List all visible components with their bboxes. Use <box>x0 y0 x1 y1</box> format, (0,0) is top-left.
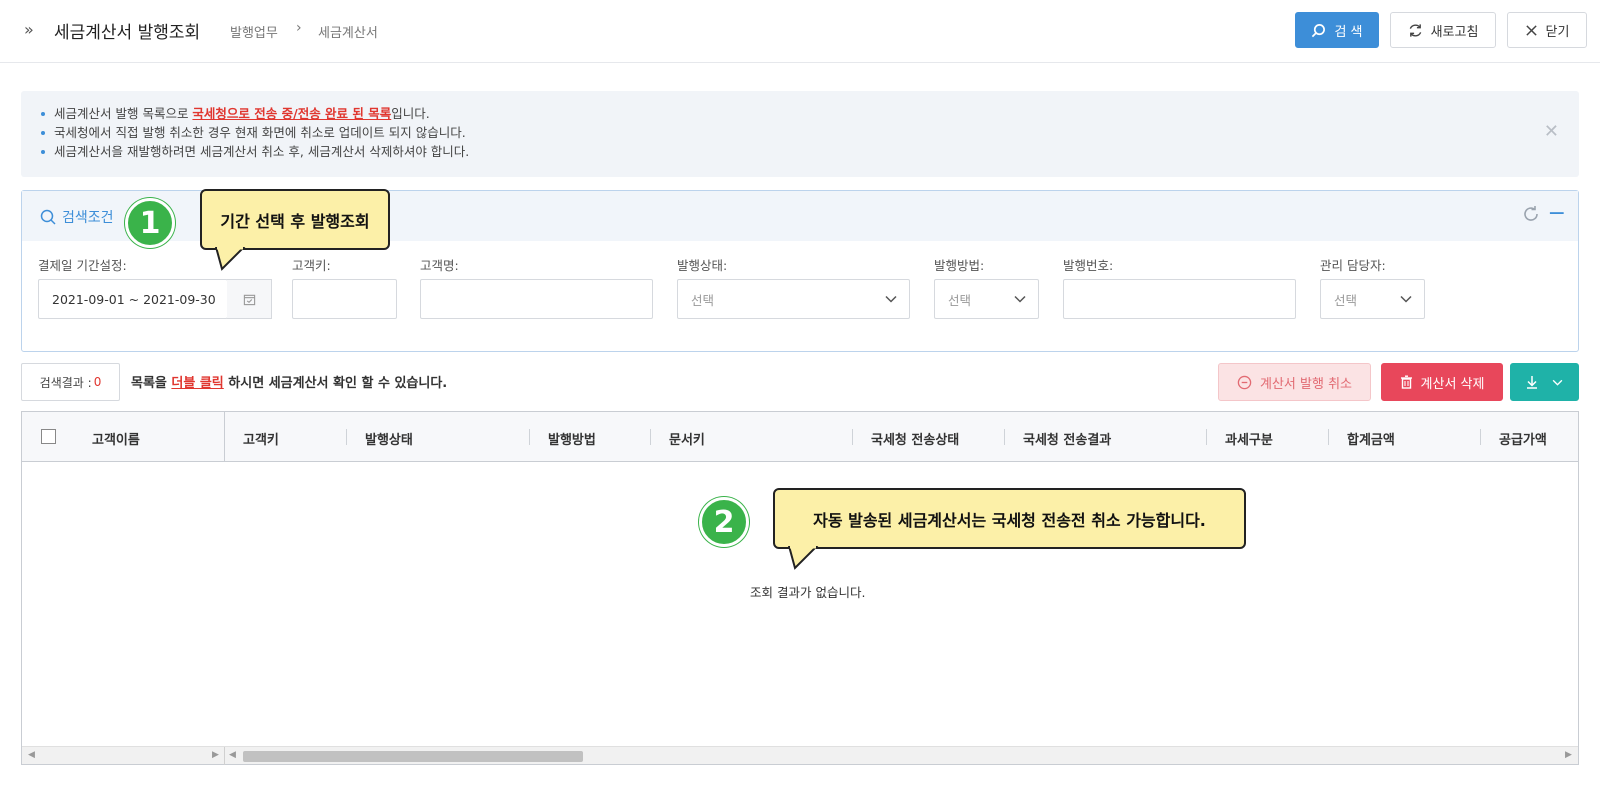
refresh-button[interactable]: 새로고침 <box>1390 12 1496 48</box>
manager-label: 관리 담당자: <box>1320 258 1386 273</box>
empty-message: 조회 결과가 없습니다. <box>750 585 866 600</box>
column-divider[interactable] <box>852 429 853 445</box>
refresh-button-label: 새로고침 <box>1430 24 1479 40</box>
search-button[interactable]: 검 색 <box>1295 12 1379 48</box>
customer-key-input[interactable] <box>292 279 397 319</box>
panel-reload-icon[interactable] <box>1522 205 1540 228</box>
chevron-down-icon <box>1400 295 1412 303</box>
scroll-right-icon[interactable]: ▶ <box>212 750 219 760</box>
column-divider[interactable] <box>1206 429 1207 445</box>
refresh-icon <box>1409 23 1421 37</box>
grid-header: 고객이름 고객키 발행상태 발행방법 문서키 국세청 전송상태 국세청 전송결과… <box>22 412 1578 462</box>
frozen-scroll-divider <box>224 747 225 765</box>
download-button[interactable] <box>1510 363 1579 401</box>
result-grid: 고객이름 고객키 발행상태 발행방법 문서키 국세청 전송상태 국세청 전송결과… <box>21 411 1579 765</box>
notice-line-1: 세금계산서 발행 목록으로 국세청으로 전송 중/전송 완료 된 목록입니다. <box>41 104 469 123</box>
tutorial-step-1-callout-tail <box>214 247 246 271</box>
notice-highlight: 국세청으로 전송 중/전송 완료 된 목록 <box>192 106 392 121</box>
close-button-label: 닫기 <box>1545 24 1570 40</box>
chevron-down-icon <box>1552 379 1563 386</box>
issue-number-label: 발행번호: <box>1063 258 1114 273</box>
result-count-value: 0 <box>93 375 102 389</box>
delete-button[interactable]: 계산서 삭제 <box>1381 363 1503 401</box>
page-title: 세금계산서 발행조회 <box>54 23 201 43</box>
issue-number-input[interactable] <box>1063 279 1296 319</box>
download-icon <box>1527 376 1537 389</box>
notice-box: 세금계산서 발행 목록으로 국세청으로 전송 중/전송 완료 된 목록입니다. … <box>21 91 1579 177</box>
column-divider[interactable] <box>1004 429 1005 445</box>
double-chevron-right-icon[interactable]: » <box>24 20 34 39</box>
close-button[interactable]: 닫기 <box>1507 12 1587 48</box>
customer-name-input[interactable] <box>420 279 653 319</box>
issue-method-select[interactable]: 선택 <box>934 279 1039 319</box>
column-divider[interactable] <box>529 429 530 445</box>
issue-method-label: 발행방법: <box>934 258 985 273</box>
result-hint-highlight: 더블 클릭 <box>171 376 224 391</box>
scroll-left-icon[interactable]: ◀ <box>229 750 236 760</box>
search-icon <box>40 209 56 225</box>
search-panel-title: 검색조건 <box>40 207 114 227</box>
chevron-down-icon <box>1014 295 1026 303</box>
horizontal-scrollbar[interactable]: ◀ ▶ ◀ ▶ <box>22 746 1578 765</box>
panel-collapse-icon[interactable]: − <box>1548 201 1566 226</box>
period-input[interactable]: 2021-09-01 ~ 2021-09-30 <box>38 279 228 319</box>
notice-line-2: 국세청에서 직접 발행 취소한 경우 현재 화면에 취소로 업데이트 되지 않습… <box>41 123 469 142</box>
search-icon <box>1312 23 1326 37</box>
select-all-checkbox[interactable] <box>41 429 56 444</box>
column-header[interactable]: 공급가액 <box>1499 429 1547 448</box>
minus-circle-icon <box>1237 375 1252 389</box>
scroll-left-icon[interactable]: ◀ <box>28 750 35 760</box>
tutorial-step-2-callout: 자동 발송된 세금계산서는 국세청 전송전 취소 가능합니다. <box>773 488 1246 549</box>
tutorial-step-1-badge: 1 <box>125 198 175 248</box>
customer-key-label: 고객키: <box>292 258 331 273</box>
page-header: » 세금계산서 발행조회 발행업무 › 세금계산서 검 색 새로고침 닫기 <box>0 0 1600 63</box>
column-header[interactable]: 국세청 전송결과 <box>1023 429 1111 448</box>
column-header[interactable]: 고객이름 <box>92 429 140 448</box>
column-header[interactable]: 합계금액 <box>1347 429 1395 448</box>
chevron-right-icon: › <box>296 20 302 36</box>
close-icon <box>1525 24 1537 36</box>
search-button-label: 검 색 <box>1334 24 1363 40</box>
chevron-down-icon <box>885 295 897 303</box>
column-divider[interactable] <box>1328 429 1329 445</box>
frozen-column-divider <box>224 412 225 462</box>
column-header[interactable]: 과세구분 <box>1225 429 1273 448</box>
breadcrumb-item-2[interactable]: 세금계산서 <box>318 22 378 41</box>
breadcrumb-item-1[interactable]: 발행업무 <box>230 22 278 41</box>
calendar-button[interactable] <box>227 279 272 319</box>
manager-select[interactable]: 선택 <box>1320 279 1425 319</box>
customer-name-label: 고객명: <box>420 258 459 273</box>
column-divider[interactable] <box>346 429 347 445</box>
column-header[interactable]: 발행방법 <box>548 429 596 448</box>
column-header[interactable]: 국세청 전송상태 <box>871 429 959 448</box>
tutorial-step-2-callout-tail <box>787 546 819 570</box>
column-divider[interactable] <box>650 429 651 445</box>
notice-line-3: 세금계산서을 재발행하려면 세금계산서 취소 후, 세금계산서 삭제하셔야 합니… <box>41 142 469 161</box>
result-hint: 목록을 더블 클릭 하시면 세금계산서 확인 할 수 있습니다. <box>131 376 448 391</box>
column-header[interactable]: 문서키 <box>669 429 705 448</box>
issue-status-label: 발행상태: <box>677 258 728 273</box>
result-count-box: 검색결과 : 0 <box>21 363 120 401</box>
notice-close-icon[interactable]: ✕ <box>1544 121 1559 142</box>
scrollbar-thumb[interactable] <box>243 751 583 762</box>
trash-icon <box>1400 375 1412 389</box>
cancel-issue-button[interactable]: 계산서 발행 취소 <box>1218 363 1371 401</box>
period-label: 결제일 기간설정: <box>38 258 127 273</box>
column-header[interactable]: 고객키 <box>243 429 279 448</box>
issue-status-select[interactable]: 선택 <box>677 279 910 319</box>
column-header[interactable]: 발행상태 <box>365 429 413 448</box>
column-divider[interactable] <box>1480 429 1481 445</box>
tutorial-step-1-callout: 기간 선택 후 발행조회 <box>200 189 390 250</box>
calendar-icon <box>243 294 255 305</box>
scroll-right-icon[interactable]: ▶ <box>1565 750 1572 760</box>
tutorial-step-2-badge: 2 <box>699 497 749 547</box>
